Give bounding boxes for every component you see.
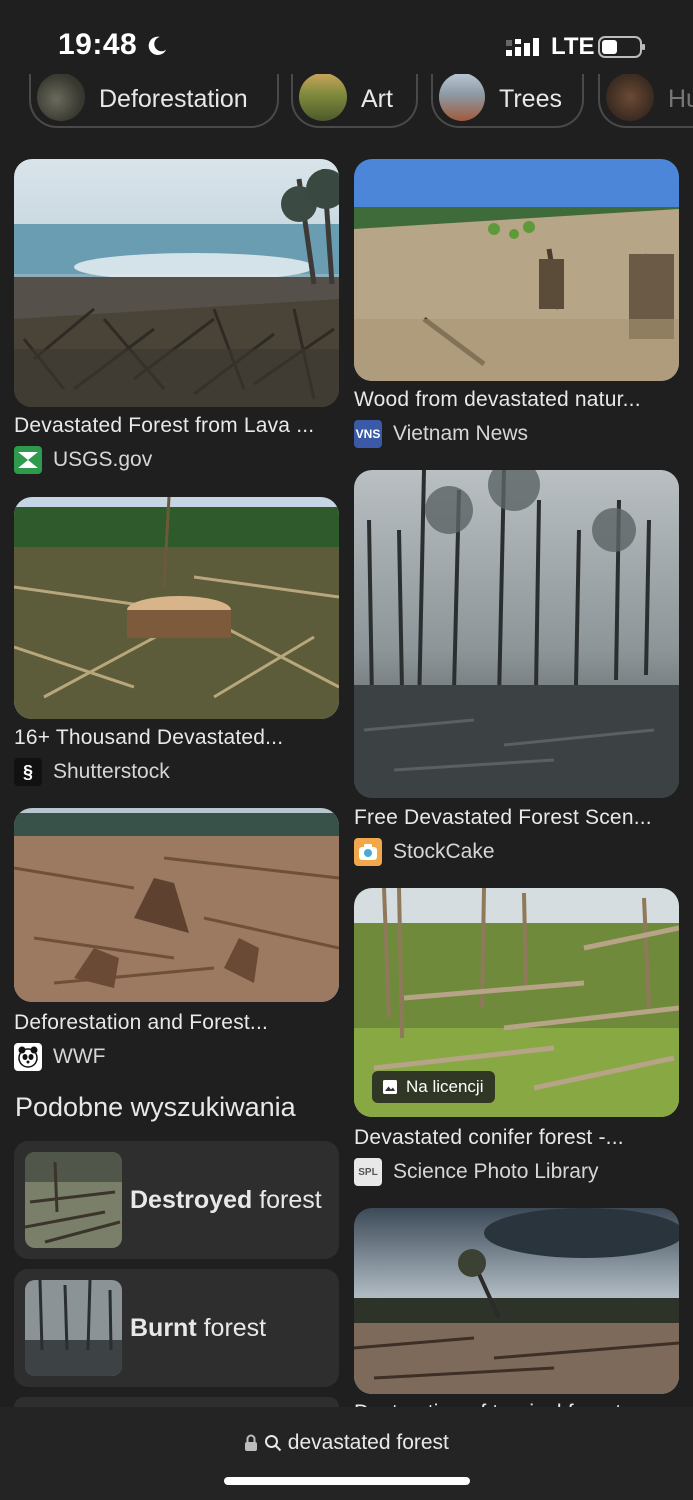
result-title: Free Devastated Forest Scen...	[354, 806, 652, 829]
status-time: 19:48	[58, 28, 138, 61]
related-search-item[interactable]: Destroyed forest	[14, 1141, 339, 1259]
chip-hu[interactable]: Hu	[598, 74, 693, 128]
result-source: USGS.gov	[14, 446, 152, 474]
filter-chips: Deforestation Art Trees Hu	[0, 74, 693, 132]
stockcake-icon	[354, 838, 382, 866]
result-source-name: Science Photo Library	[393, 1160, 599, 1183]
result-image[interactable]	[14, 808, 339, 1002]
vietnam-news-icon: VNS	[354, 420, 382, 448]
result-source-name: Shutterstock	[53, 760, 170, 783]
address-bar[interactable]: devastated forest	[0, 1431, 693, 1455]
result-card[interactable]: Deforestation and Forest... WWF	[14, 808, 340, 1071]
result-title: Wood from devastated natur...	[354, 388, 641, 411]
url-text: devastated forest	[287, 1431, 449, 1454]
result-card[interactable]: Na licencji Devastated conifer forest -.…	[354, 888, 680, 1186]
result-title: 16+ Thousand Devastated...	[14, 726, 284, 749]
related-searches-heading: Podobne wyszukiwania	[15, 1092, 296, 1122]
chip-deforestation[interactable]: Deforestation	[29, 74, 279, 128]
wwf-panda-icon	[14, 1043, 42, 1071]
result-source-name: StockCake	[393, 840, 495, 863]
result-image[interactable]	[354, 1208, 679, 1394]
result-image[interactable]	[354, 470, 679, 798]
image-icon	[383, 1080, 397, 1094]
result-image[interactable]	[14, 159, 339, 407]
result-card[interactable]: 16+ Thousand Devastated... § Shutterstoc…	[14, 497, 340, 787]
related-thumbnail	[25, 1152, 122, 1248]
chip-thumbnail	[299, 74, 347, 121]
chip-art[interactable]: Art	[291, 74, 418, 128]
result-card[interactable]: Free Devastated Forest Scen... StockCake	[354, 470, 680, 866]
bottom-address-bar[interactable]: devastated forest	[0, 1407, 693, 1500]
status-bar: 19:48 LTE	[0, 0, 693, 80]
home-indicator[interactable]	[224, 1477, 470, 1485]
chip-label: Hu	[668, 84, 693, 113]
search-icon	[264, 1435, 282, 1452]
network-label: LTE	[551, 33, 595, 60]
result-source-name: Vietnam News	[393, 422, 529, 445]
chip-trees[interactable]: Trees	[431, 74, 584, 128]
lock-icon	[245, 1434, 258, 1451]
result-card[interactable]: Devastated Forest from Lava ... USGS.gov	[14, 159, 340, 475]
result-image[interactable]	[354, 159, 679, 381]
related-thumbnail	[25, 1280, 122, 1376]
usgs-icon	[14, 446, 42, 474]
result-source: WWF	[14, 1043, 105, 1071]
chip-thumbnail	[37, 74, 85, 121]
shutterstock-icon: §	[14, 758, 42, 786]
result-image[interactable]: Na licencji	[354, 888, 679, 1117]
chip-thumbnail	[439, 74, 486, 121]
result-card[interactable]: Wood from devastated natur... VNS Vietna…	[354, 159, 680, 449]
result-title: Deforestation and Forest...	[14, 1011, 269, 1034]
chip-label: Trees	[499, 84, 562, 113]
science-photo-library-icon: SPL	[354, 1158, 382, 1186]
related-search-item[interactable]: Burnt forest	[14, 1269, 339, 1387]
battery-icon	[598, 36, 645, 58]
chip-thumbnail	[606, 74, 654, 121]
result-source: VNS Vietnam News	[354, 420, 528, 448]
result-source-name: WWF	[53, 1045, 106, 1068]
moon-icon	[148, 36, 167, 55]
related-search-label: Destroyed forest	[130, 1185, 322, 1214]
result-source: StockCake	[354, 838, 495, 866]
license-badge: Na licencji	[372, 1071, 496, 1103]
result-source: SPL Science Photo Library	[354, 1158, 598, 1186]
result-title: Devastated Forest from Lava ...	[14, 414, 315, 437]
result-image[interactable]	[14, 497, 339, 719]
license-label: Na licencji	[406, 1077, 484, 1096]
result-source-name: USGS.gov	[53, 448, 153, 471]
result-card[interactable]: Destruction of tropical forest	[354, 1208, 680, 1424]
result-source: § Shutterstock	[14, 758, 170, 786]
chip-label: Art	[361, 84, 393, 113]
related-search-label: Burnt forest	[130, 1313, 267, 1342]
result-title: Devastated conifer forest -...	[354, 1126, 624, 1149]
signal-icon	[506, 38, 539, 56]
chip-label: Deforestation	[99, 84, 248, 113]
